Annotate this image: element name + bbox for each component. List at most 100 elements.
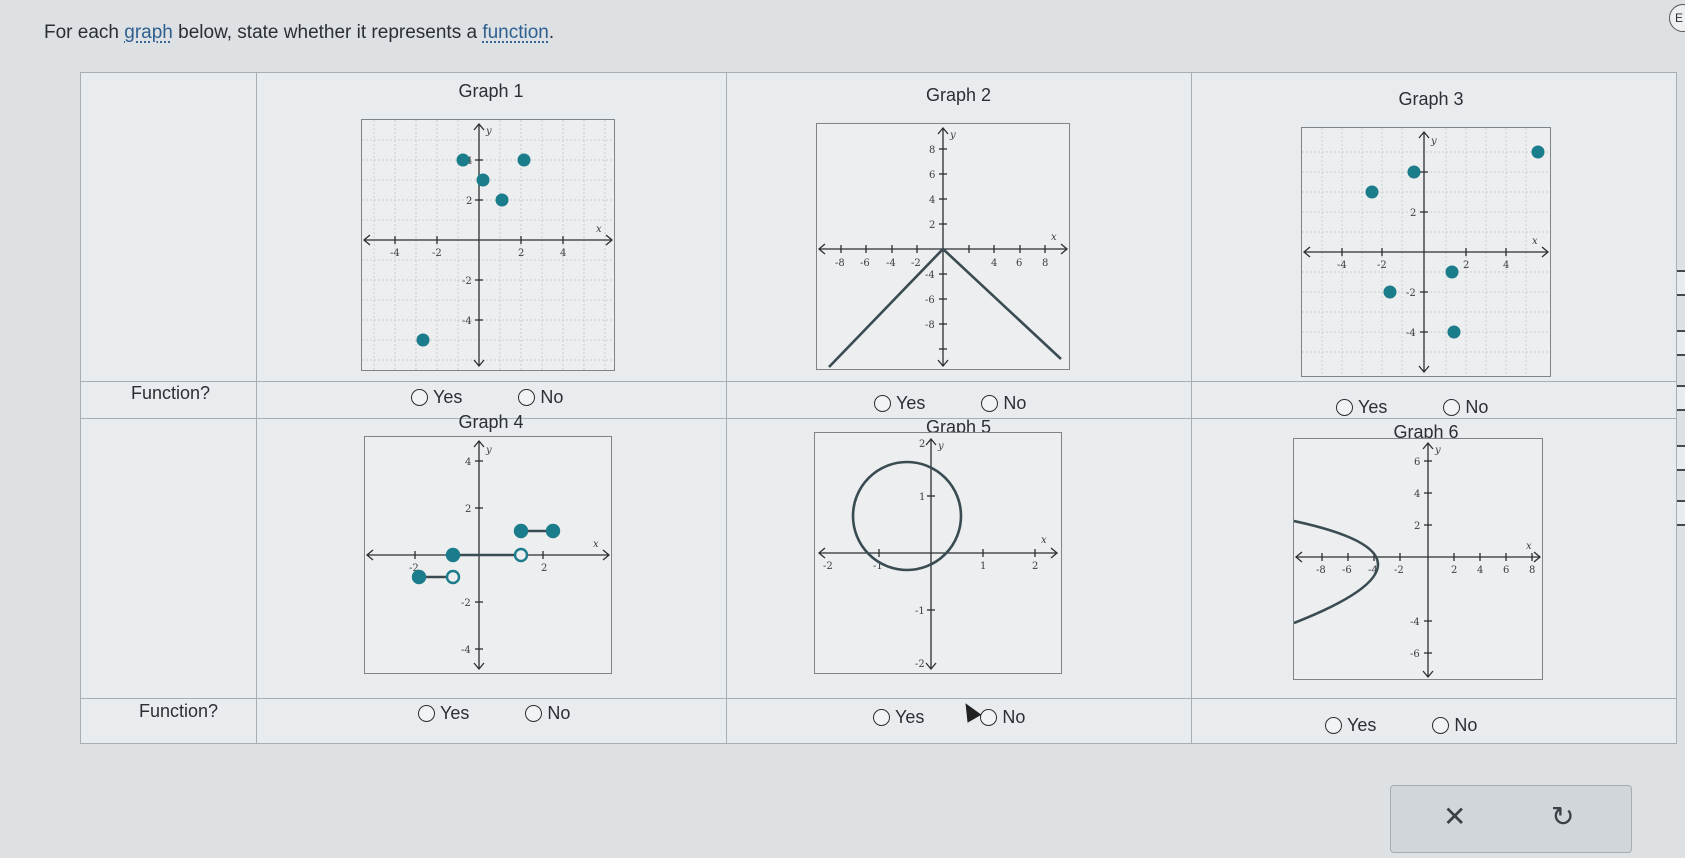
- data-point: [1531, 145, 1545, 159]
- graph-title: Graph 4: [458, 412, 524, 432]
- graph-2-choices: Yes No: [874, 393, 1026, 414]
- y-tick-label: 2: [929, 220, 935, 231]
- graph-6-no-option[interactable]: No: [1432, 715, 1477, 736]
- x-tick-label: 6: [1016, 258, 1022, 269]
- y-tick-label: -6: [1410, 649, 1420, 660]
- graph-6-choices: Yes No: [1325, 715, 1477, 736]
- graph-4-no-option[interactable]: No: [525, 703, 570, 724]
- graph-6-cell: Graph 6 -8 -6 -4 -2 2 4 6 8 6 4 2 -4 -6 …: [1191, 418, 1661, 698]
- function-row-label: Function?: [139, 701, 219, 721]
- option-label: Yes: [1358, 397, 1388, 417]
- x-tick-label: -2: [1394, 565, 1404, 576]
- y-tick-label: -8: [925, 320, 935, 331]
- option-label: No: [1003, 393, 1027, 413]
- closed-point: [513, 523, 529, 539]
- data-point: [1407, 165, 1421, 179]
- x-tick-label: 2: [1463, 260, 1469, 271]
- graph-5-no-option[interactable]: No: [980, 707, 1025, 728]
- x-axis-label: x: [1051, 232, 1057, 243]
- closed-point: [545, 523, 561, 539]
- radio-button[interactable]: [980, 709, 998, 726]
- y-tick-label: -2: [915, 659, 925, 670]
- y-axis-label: y: [485, 126, 492, 137]
- graph-3-choices: Yes No: [1336, 397, 1488, 418]
- graph-1-choices: Yes No: [411, 387, 563, 408]
- y-tick-label: -6: [925, 295, 935, 306]
- radio-button[interactable]: [418, 705, 435, 722]
- y-tick-label: 2: [465, 504, 471, 515]
- x-tick-label: -8: [835, 258, 845, 269]
- glossary-link-function[interactable]: function: [482, 22, 549, 43]
- row-divider: [81, 698, 1676, 699]
- radio-button[interactable]: [874, 395, 891, 412]
- graph-3-yes-option[interactable]: Yes: [1336, 397, 1387, 418]
- prompt-text: below, state whether it represents a: [172, 22, 483, 43]
- graph-3-no-option[interactable]: No: [1443, 397, 1488, 418]
- prompt-text: For each: [44, 22, 125, 43]
- data-point: [1445, 265, 1459, 279]
- option-label: No: [540, 387, 564, 407]
- y-tick-label: -4: [1406, 328, 1416, 339]
- graph-1-no-option[interactable]: No: [518, 387, 563, 408]
- graph-5-yes-option[interactable]: Yes: [873, 707, 924, 728]
- radio-button[interactable]: [981, 395, 999, 412]
- graph-title: Graph 3: [1398, 89, 1464, 109]
- y-tick-label: -2: [1406, 288, 1416, 299]
- y-tick-label: 8: [929, 145, 935, 156]
- y-tick-label: 2: [919, 439, 925, 450]
- radio-button[interactable]: [518, 389, 536, 406]
- radio-button[interactable]: [1336, 399, 1353, 416]
- option-label: No: [547, 703, 571, 723]
- radio-button[interactable]: [411, 389, 428, 406]
- radio-button[interactable]: [873, 709, 890, 726]
- data-point: [1383, 285, 1397, 299]
- graph-1-yes-option[interactable]: Yes: [411, 387, 462, 408]
- radio-button[interactable]: [525, 705, 543, 722]
- x-tick-label: 6: [1503, 565, 1509, 576]
- data-point: [495, 193, 509, 207]
- x-tick-label: -8: [1316, 565, 1326, 576]
- option-label: Yes: [433, 387, 463, 407]
- x-tick-label: 4: [991, 258, 997, 269]
- x-tick-label: 4: [560, 248, 566, 259]
- radio-button[interactable]: [1432, 717, 1450, 734]
- graph-3-plot: -4 -2 2 4 4 2 -2 -4 x y: [1301, 127, 1551, 377]
- data-point: [1447, 325, 1461, 339]
- open-point: [445, 569, 461, 585]
- data-point: [476, 173, 490, 187]
- answer-action-bar: ✕ ↻: [1390, 785, 1632, 853]
- x-axis-label: x: [596, 224, 602, 235]
- closed-point: [411, 569, 427, 585]
- glossary-link-graph[interactable]: graph: [124, 22, 173, 43]
- y-tick-label: -4: [461, 645, 471, 656]
- y-axis-label: y: [1434, 445, 1441, 456]
- x-tick-label: -2: [432, 248, 442, 259]
- radio-button[interactable]: [1443, 399, 1461, 416]
- graph-4-yes-option[interactable]: Yes: [418, 703, 469, 724]
- graph-2-cell: Graph 2 -8 -6 -4 -2 4 6 8 8 6 4 2 -4 -6 …: [726, 85, 1191, 381]
- graph-2-no-option[interactable]: No: [981, 393, 1026, 414]
- y-tick-label: 6: [929, 170, 935, 181]
- clear-button[interactable]: ✕: [1443, 800, 1466, 833]
- row-divider: [81, 381, 1676, 382]
- radio-button[interactable]: [1325, 717, 1342, 734]
- graph-1-cell: Graph 1 -4 -2 2 4 4: [256, 81, 726, 381]
- x-tick-label: -2: [911, 258, 921, 269]
- y-axis-label: y: [949, 130, 956, 141]
- data-point: [1365, 185, 1379, 199]
- x-tick-label: 2: [1032, 561, 1038, 572]
- graph-title: Graph 1: [458, 81, 524, 101]
- option-label: No: [1465, 397, 1489, 417]
- circle-curve: [851, 460, 963, 572]
- undo-button[interactable]: ↻: [1551, 800, 1574, 833]
- x-tick-label: 2: [518, 248, 524, 259]
- y-tick-label: 2: [1414, 521, 1420, 532]
- graph-5-plot: -2 -1 1 2 2 1 -1 -2 x y: [814, 432, 1062, 674]
- y-tick-label: -2: [462, 276, 472, 287]
- x-axis-label: x: [1041, 535, 1047, 546]
- x-tick-label: -6: [1342, 565, 1352, 576]
- graph-6-yes-option[interactable]: Yes: [1325, 715, 1376, 736]
- data-point: [456, 153, 470, 167]
- corner-button[interactable]: E: [1669, 4, 1685, 32]
- graph-2-yes-option[interactable]: Yes: [874, 393, 925, 414]
